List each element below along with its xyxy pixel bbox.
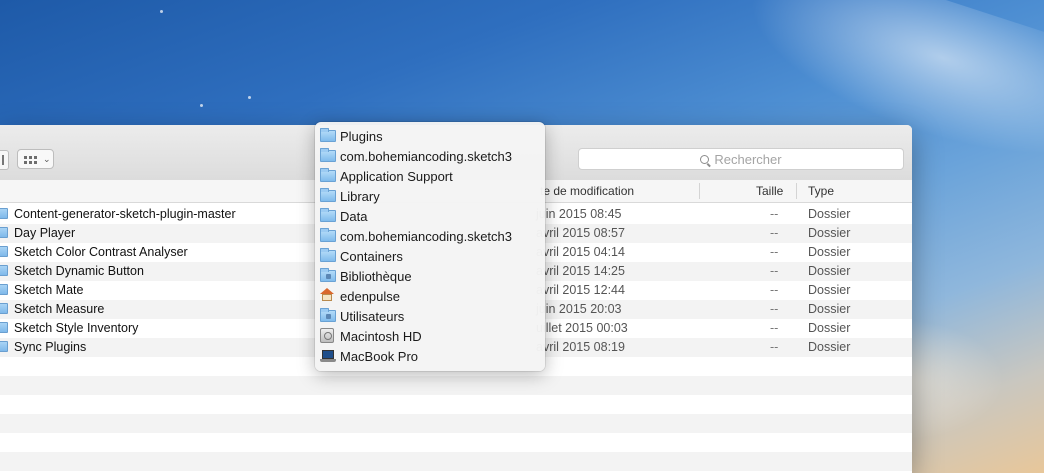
column-divider[interactable] [699, 183, 700, 199]
path-menu-item-home[interactable]: edenpulse [315, 286, 545, 306]
path-menu-label: Plugins [340, 129, 383, 144]
path-menu-item-application-support[interactable]: Application Support [315, 166, 545, 186]
file-kind: Dossier [808, 302, 851, 316]
folder-icon [0, 303, 8, 314]
folder-icon [0, 246, 8, 257]
path-menu-item-plugins[interactable]: Plugins [315, 126, 545, 146]
file-date: juin 2015 08:45 [536, 207, 622, 221]
empty-row [0, 395, 912, 414]
file-size: -- [770, 226, 779, 240]
path-menu-item-library[interactable]: Library [315, 186, 545, 206]
file-kind: Dossier [808, 283, 851, 297]
file-date: uillet 2015 00:03 [536, 321, 628, 335]
path-menu-item-bibliotheque[interactable]: Bibliothèque [315, 266, 545, 286]
file-kind: Dossier [808, 245, 851, 259]
folder-icon [320, 168, 336, 182]
folder-icon [0, 265, 8, 276]
folder-icon [0, 322, 8, 333]
folder-icon [320, 188, 336, 202]
grid-icon [24, 156, 38, 164]
file-kind: Dossier [808, 264, 851, 278]
file-kind: Dossier [808, 207, 851, 221]
search-placeholder: Rechercher [714, 151, 782, 167]
path-menu-item-containers[interactable]: Containers [315, 246, 545, 266]
file-size: -- [770, 264, 779, 278]
library-folder-icon [320, 268, 336, 282]
path-menu-item-sketch3-container[interactable]: com.bohemiancoding.sketch3 [315, 226, 545, 246]
folder-icon [320, 228, 336, 242]
path-menu-label: com.bohemiancoding.sketch3 [340, 149, 512, 164]
desktop-star [160, 10, 163, 13]
file-date: avril 2015 08:57 [536, 226, 625, 240]
file-date: juin 2015 20:03 [536, 302, 622, 316]
file-date: avril 2015 14:25 [536, 264, 625, 278]
path-menu-item-macintosh-hd[interactable]: Macintosh HD [315, 326, 545, 346]
column-header-kind[interactable]: Type [808, 184, 834, 198]
file-name: Day Player [14, 226, 76, 240]
chevron-down-icon: ⌄ [43, 154, 51, 164]
search-field[interactable]: Rechercher [578, 148, 904, 170]
column-divider[interactable] [796, 183, 797, 199]
folder-icon [0, 341, 8, 352]
file-size: -- [770, 283, 779, 297]
column-header-size[interactable]: Taille [756, 184, 783, 198]
path-menu-item-utilisateurs[interactable]: Utilisateurs [315, 306, 545, 326]
path-menu-label: edenpulse [340, 289, 400, 304]
folder-icon [320, 208, 336, 222]
column-header-date[interactable]: te de modification [540, 184, 634, 198]
file-date: avril 2015 04:14 [536, 245, 625, 259]
users-folder-icon [320, 308, 336, 322]
folder-icon [320, 148, 336, 162]
file-name: Sketch Style Inventory [14, 321, 139, 335]
folder-icon [320, 128, 336, 142]
file-kind: Dossier [808, 340, 851, 354]
folder-icon [320, 248, 336, 262]
file-kind: Dossier [808, 226, 851, 240]
home-icon [320, 288, 334, 302]
file-name: Sync Plugins [14, 340, 87, 354]
desktop-star [248, 96, 251, 99]
path-menu-item-data[interactable]: Data [315, 206, 545, 226]
file-name: Sketch Mate [14, 283, 84, 297]
file-date: avril 2015 08:19 [536, 340, 625, 354]
arrange-view-button[interactable]: ⌄ [17, 149, 54, 169]
path-menu-label: MacBook Pro [340, 349, 419, 364]
path-menu-label: Data [340, 209, 368, 224]
file-name: Sketch Dynamic Button [14, 264, 144, 278]
path-menu-label: Containers [340, 249, 403, 264]
path-menu-label: Bibliothèque [340, 269, 412, 284]
search-icon [700, 154, 710, 164]
folder-icon [0, 227, 8, 238]
file-name: Sketch Color Contrast Analyser [14, 245, 188, 259]
folder-icon [0, 284, 8, 295]
path-menu-label: com.bohemiancoding.sketch3 [340, 229, 512, 244]
hard-drive-icon [320, 328, 334, 343]
file-kind: Dossier [808, 321, 851, 335]
file-size: -- [770, 302, 779, 316]
view-columns-button[interactable] [0, 150, 9, 170]
desktop-star [200, 104, 203, 107]
laptop-icon [320, 350, 336, 362]
path-menu-label: Utilisateurs [340, 309, 405, 324]
path-popup-menu: Plugins com.bohemiancoding.sketch3 Appli… [315, 122, 545, 371]
file-size: -- [770, 207, 779, 221]
empty-row [0, 376, 912, 395]
empty-row [0, 433, 912, 452]
file-date: avril 2015 12:44 [536, 283, 625, 297]
folder-icon [0, 208, 8, 219]
file-size: -- [770, 245, 779, 259]
path-menu-label: Library [340, 189, 380, 204]
file-name: Content-generator-sketch-plugin-master [14, 207, 236, 221]
file-name: Sketch Measure [14, 302, 105, 316]
file-size: -- [770, 340, 779, 354]
empty-row [0, 452, 912, 471]
empty-row [0, 414, 912, 433]
path-menu-item-sketch3[interactable]: com.bohemiancoding.sketch3 [315, 146, 545, 166]
path-menu-label: Macintosh HD [340, 329, 422, 344]
path-menu-label: Application Support [340, 169, 453, 184]
path-menu-item-macbook-pro[interactable]: MacBook Pro [315, 346, 545, 366]
file-size: -- [770, 321, 779, 335]
